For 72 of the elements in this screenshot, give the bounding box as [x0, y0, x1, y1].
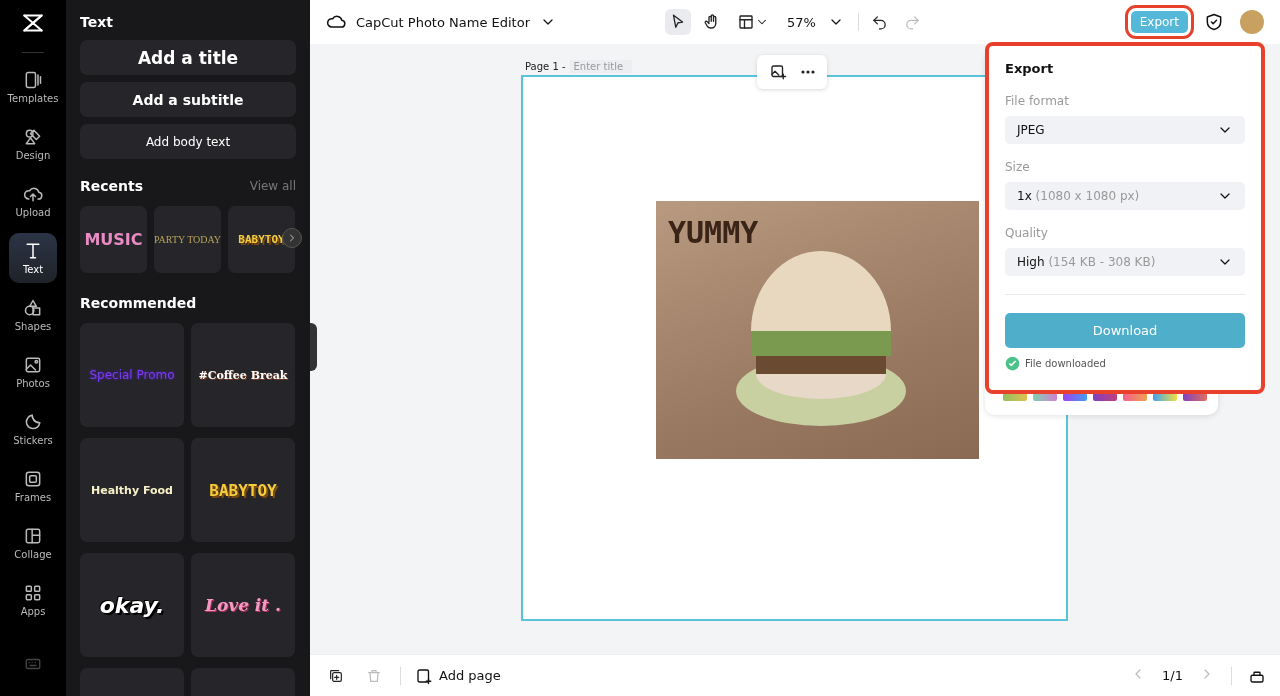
dropdown[interactable]: High (154 KB - 308 KB)	[1005, 248, 1245, 276]
text-icon	[23, 241, 43, 261]
layout-icon	[737, 13, 756, 31]
dropdown[interactable]: 1x (1080 x 1080 px)	[1005, 182, 1245, 210]
sidebar-item[interactable]: Shapes	[9, 290, 57, 340]
collapse-handle[interactable]	[310, 323, 317, 371]
panel-title: Text	[80, 14, 114, 30]
text-style-preview: #Coffee Break	[198, 368, 288, 382]
text-style-preview: BABYTOY	[209, 480, 277, 500]
duplicate-icon	[328, 667, 344, 684]
redo-icon	[903, 13, 921, 31]
add-text-button[interactable]: Add a subtitle	[80, 82, 296, 117]
text-style-card[interactable]: Healthy Food	[80, 438, 184, 542]
more-icon	[801, 70, 815, 74]
sidebar-item[interactable]: Stickers	[9, 404, 57, 454]
sidebar-item[interactable]: Upload	[9, 176, 57, 226]
page-title-field[interactable]: Enter title	[569, 60, 632, 73]
sidebar-item[interactable]: Frames	[9, 461, 57, 511]
shield-icon	[1204, 12, 1224, 32]
text-style-card[interactable]: MUSIC	[80, 206, 147, 273]
frame-icon	[23, 469, 43, 489]
trash-icon	[366, 667, 382, 684]
section-title: Recents	[80, 178, 144, 194]
text-style-preview: BABYTOY	[238, 233, 285, 246]
sticker-icon	[23, 412, 43, 432]
zoom-dropdown[interactable]: 57%	[781, 13, 850, 31]
apps-grid-icon	[23, 583, 43, 603]
undo-icon	[870, 13, 888, 31]
text-style-card[interactable]: BABYTOY	[228, 206, 295, 273]
sidebar-item[interactable]: Text	[9, 233, 57, 283]
dropdown[interactable]: JPEG	[1005, 116, 1245, 144]
sidebar-item[interactable]: Apps	[9, 575, 57, 625]
check-circle-icon	[1005, 356, 1020, 371]
add-page-button[interactable]: Add page	[415, 666, 501, 685]
next-button[interactable]	[282, 228, 302, 248]
sidebar-item[interactable]: Templates	[9, 62, 57, 112]
text-style-preview: okay.	[99, 592, 165, 618]
text-style-card[interactable]: PARTY TODAY	[154, 206, 221, 273]
shapes-icon	[23, 298, 43, 318]
image-add-icon	[769, 63, 787, 81]
text-style-card[interactable]: #Coffee Break	[191, 323, 295, 427]
section-title: Recommended	[80, 295, 197, 311]
panel-title: Export	[1005, 61, 1055, 76]
text-style-card[interactable]: BABYTOY	[191, 438, 295, 542]
photo-placeholder[interactable]: YUMMY	[656, 201, 979, 459]
shapes-cluster-icon	[23, 127, 43, 147]
add-text-button[interactable]: Add a title	[80, 40, 296, 75]
text-style-preview: PARTY TODAY	[154, 234, 221, 245]
text-style-card[interactable]: Love it .	[191, 553, 295, 657]
canvas-text[interactable]: YUMMY	[668, 215, 759, 250]
view-all-link[interactable]: View all	[249, 179, 296, 193]
image-icon	[23, 355, 43, 375]
field-label: Quality	[1005, 226, 1049, 240]
text-style-preview: MUSIC	[84, 230, 143, 249]
text-style-preview: Special Promo	[89, 368, 175, 382]
page-label: Page 1 -	[525, 61, 566, 72]
select-tool[interactable]	[665, 9, 692, 35]
field-label: Size	[1005, 160, 1031, 174]
field-label: File format	[1005, 94, 1070, 108]
text-style-preview: Healthy Food	[91, 483, 173, 497]
sidebar-item[interactable]: Design	[9, 119, 57, 169]
avatar[interactable]	[1240, 10, 1264, 34]
add-text-button[interactable]: Add body text	[80, 124, 296, 159]
templates-icon	[23, 70, 43, 90]
collage-icon	[23, 526, 43, 546]
text-style-preview: Love it .	[204, 595, 282, 615]
add-page-icon	[415, 666, 433, 685]
sidebar-item[interactable]: Collage	[9, 518, 57, 568]
document-title[interactable]: CapCut Photo Name Editor	[356, 14, 556, 30]
page-counter: 1/1	[1162, 668, 1183, 683]
sidebar-item[interactable]: Photos	[9, 347, 57, 397]
text-style-card[interactable]: okay.	[80, 553, 184, 657]
